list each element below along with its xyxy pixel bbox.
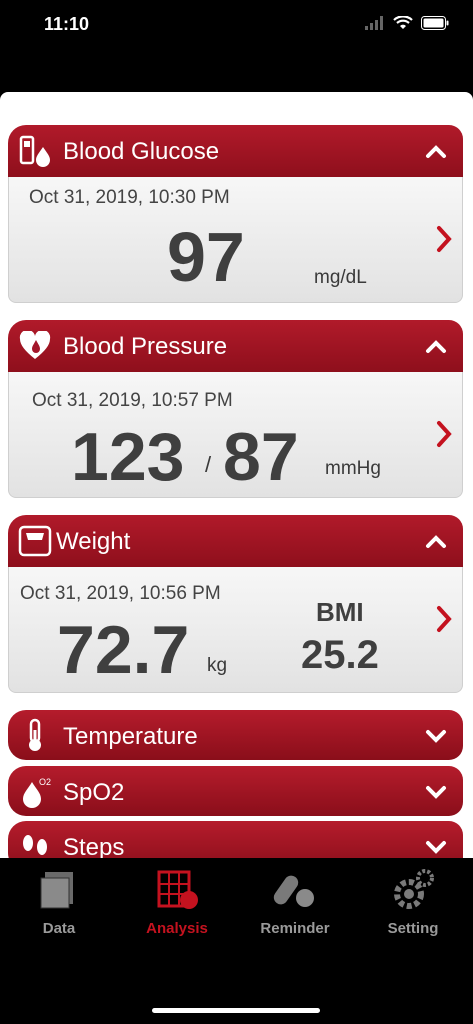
blood-glucose-body[interactable]: Oct 31, 2019, 10:30 PM 97 mg/dL <box>8 177 463 303</box>
weight-body[interactable]: Oct 31, 2019, 10:56 PM 72.7 kg BMI 25.2 <box>8 567 463 693</box>
blood-glucose-header[interactable]: Blood Glucose <box>8 125 463 177</box>
blood-glucose-card[interactable]: Blood Glucose Oct 31, 2019, 10:30 PM 97 … <box>8 125 463 303</box>
tab-setting-label: Setting <box>387 920 439 937</box>
wifi-icon <box>393 16 413 29</box>
home-indicator <box>152 1008 320 1013</box>
signal-icon <box>365 16 383 30</box>
tab-bar: Data Analysis Reminder Setting <box>0 858 473 1024</box>
weight-unit: kg <box>207 655 228 676</box>
analysis-icon <box>157 870 198 909</box>
chevron-right-icon[interactable] <box>436 225 452 253</box>
chevron-up-icon[interactable] <box>425 533 447 549</box>
blood-pressure-header[interactable]: Blood Pressure <box>8 320 463 372</box>
status-time: 11:10 <box>44 14 90 34</box>
tab-analysis-label: Analysis <box>146 920 208 937</box>
tab-reminder-label: Reminder <box>260 920 330 937</box>
weight-card[interactable]: Weight Oct 31, 2019, 10:56 PM 72.7 kg BM… <box>8 515 463 693</box>
steps-title: Steps <box>63 834 125 858</box>
diastolic-value: 87 <box>223 419 299 495</box>
chevron-down-icon[interactable] <box>425 784 447 800</box>
spo2-icon-label: O2 <box>39 777 51 787</box>
bmi-label: BMI <box>316 597 364 627</box>
blood-pressure-card[interactable]: Blood Pressure Oct 31, 2019, 10:57 PM 12… <box>8 320 463 498</box>
blood-pressure-title: Blood Pressure <box>63 333 228 360</box>
temperature-card[interactable]: Temperature <box>8 710 463 760</box>
chevron-down-icon[interactable] <box>425 728 447 744</box>
chevron-up-icon[interactable] <box>425 338 447 354</box>
chevron-right-icon[interactable] <box>436 605 452 633</box>
dashboard-content: Blood Glucose Oct 31, 2019, 10:30 PM 97 … <box>0 92 473 858</box>
battery-icon <box>421 16 449 30</box>
scale-icon <box>18 524 52 558</box>
thermometer-icon <box>18 718 52 752</box>
glucose-unit: mg/dL <box>314 267 367 288</box>
status-bar: 11:10 <box>0 0 473 52</box>
glucose-meter-icon <box>18 134 52 168</box>
tab-data[interactable]: Data <box>4 866 114 946</box>
pressure-date: Oct 31, 2019, 10:57 PM <box>32 390 233 411</box>
blood-pressure-body[interactable]: Oct 31, 2019, 10:57 PM 123 / 87 mmHg <box>8 372 463 498</box>
tab-data-label: Data <box>42 920 76 937</box>
glucose-value: 97 <box>167 218 245 296</box>
tab-analysis[interactable]: Analysis <box>122 866 232 946</box>
weight-date: Oct 31, 2019, 10:56 PM <box>20 583 221 604</box>
systolic-value: 123 <box>71 419 185 495</box>
heart-icon <box>18 329 52 363</box>
oxygen-drop-icon: O2 <box>18 774 52 808</box>
weight-value: 72.7 <box>57 612 190 688</box>
blood-glucose-title: Blood Glucose <box>63 138 220 165</box>
glucose-date: Oct 31, 2019, 10:30 PM <box>29 187 230 208</box>
data-icon <box>40 872 73 909</box>
steps-card[interactable]: Steps <box>8 821 463 858</box>
footprints-icon <box>18 829 52 858</box>
status-icons <box>365 16 449 30</box>
pressure-unit: mmHg <box>325 458 381 479</box>
pressure-separator: / <box>205 452 212 477</box>
spo2-card[interactable]: O2 SpO2 <box>8 766 463 816</box>
gear-icon <box>394 869 434 909</box>
weight-title: Weight <box>56 528 131 555</box>
spo2-title: SpO2 <box>63 779 125 806</box>
weight-header[interactable]: Weight <box>8 515 463 567</box>
chevron-right-icon[interactable] <box>436 420 452 448</box>
chevron-up-icon[interactable] <box>425 143 447 159</box>
chevron-down-icon[interactable] <box>425 839 447 855</box>
pill-icon <box>273 875 314 907</box>
temperature-title: Temperature <box>63 723 198 750</box>
bmi-value: 25.2 <box>301 633 379 677</box>
tab-setting[interactable]: Setting <box>358 866 468 946</box>
tab-reminder[interactable]: Reminder <box>240 866 350 946</box>
